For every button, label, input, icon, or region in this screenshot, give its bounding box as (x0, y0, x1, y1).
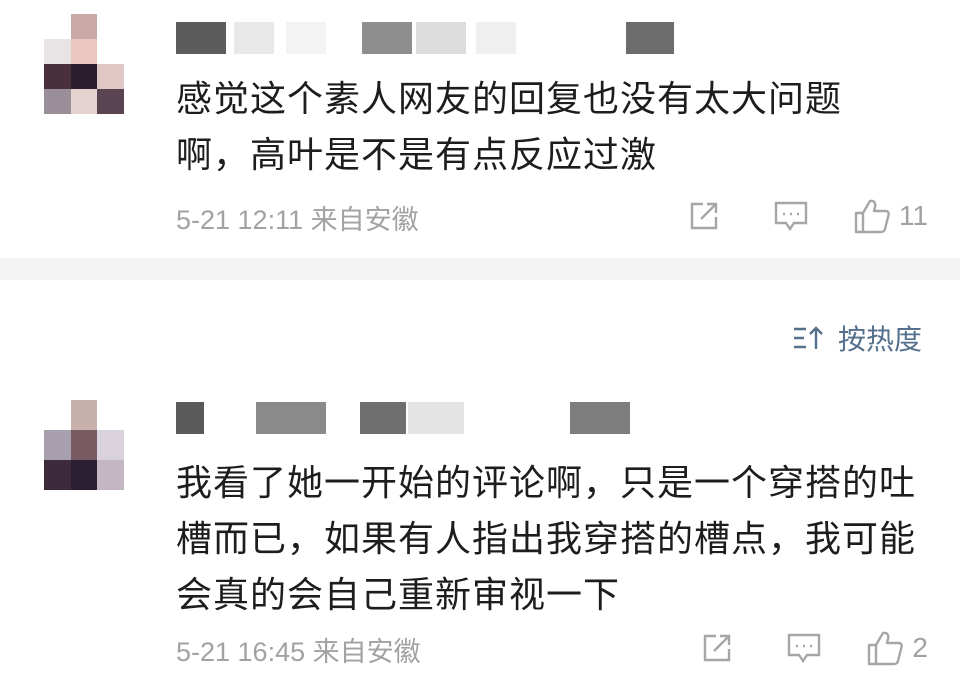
comment-meta: 5-21 12:11 来自安徽 (176, 198, 419, 237)
sort-toggle[interactable]: 按热度 (792, 318, 922, 358)
like-button[interactable]: 11 (853, 197, 928, 235)
comment-meta: 5-21 16:45 来自安徽 (176, 630, 421, 669)
like-button[interactable]: 2 (866, 629, 928, 667)
sort-icon (793, 326, 823, 349)
comment-location: 来自安徽 (312, 637, 421, 667)
share-icon (704, 634, 731, 662)
comment-text: 感觉这个素人网友的回复也没有太大问题啊，高叶是不是有点反应过激 (176, 79, 843, 176)
like-count: 2 (912, 632, 928, 663)
sort-label: 按热度 (837, 323, 922, 356)
comment-actions: 2 (700, 628, 928, 668)
like-count: 11 (898, 200, 928, 231)
reply-button[interactable] (773, 199, 809, 233)
comment-location: 来自安徽 (310, 205, 419, 235)
share-button[interactable] (687, 199, 721, 233)
thumbs-up-icon (854, 199, 890, 234)
avatar[interactable] (44, 14, 124, 114)
comment-date: 5-21 12:11 (176, 205, 304, 235)
comment-icon (774, 201, 808, 232)
section-divider (0, 258, 960, 280)
reply-button[interactable] (786, 631, 822, 665)
avatar[interactable] (44, 400, 124, 490)
share-icon (690, 202, 718, 230)
comment-item: 我看了她一开始的评论啊，只是一个穿搭的吐槽而已，如果有人指出我穿搭的槽点，我可能… (0, 378, 960, 687)
share-button[interactable] (700, 631, 734, 665)
thumbs-up-icon (868, 631, 904, 666)
comment-icon (788, 633, 821, 664)
comment-date: 5-21 16:45 (176, 637, 306, 667)
comment-text: 我看了她一开始的评论啊，只是一个穿搭的吐槽而已，如果有人指出我穿搭的槽点，我可能… (176, 463, 917, 616)
comment-actions: 11 (687, 196, 928, 236)
comment-item: 感觉这个素人网友的回复也没有太大问题啊，高叶是不是有点反应过激 5-21 12:… (0, 0, 960, 258)
